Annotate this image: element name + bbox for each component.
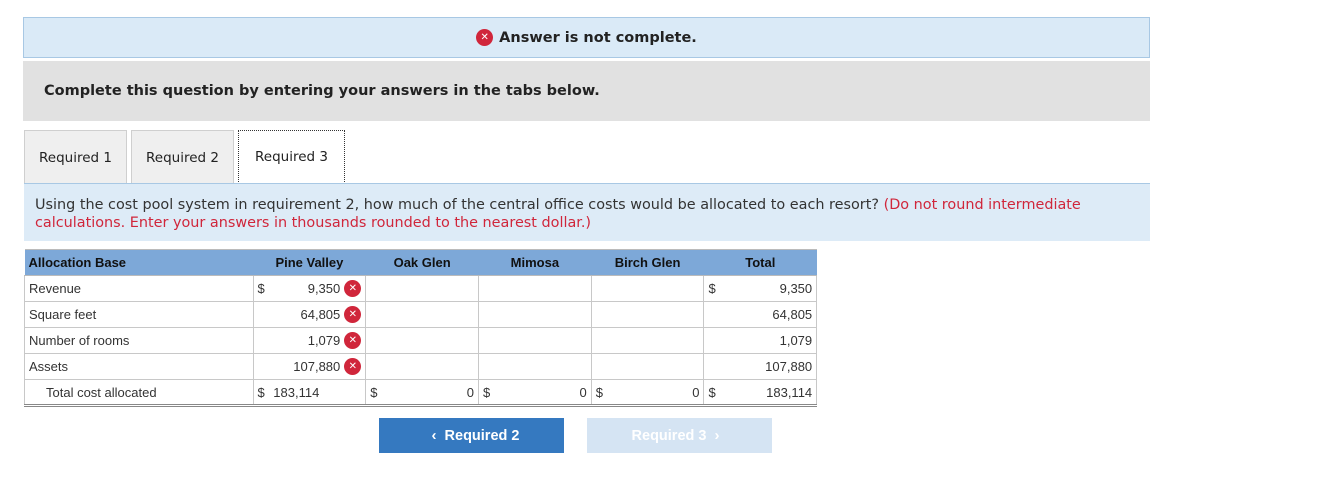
- cell-value: 64,805: [300, 307, 341, 322]
- previous-tab-button[interactable]: ‹ Required 2: [379, 418, 564, 453]
- oak-glen-total: 0: [376, 379, 479, 407]
- header-allocation-base: Allocation Base: [24, 249, 254, 276]
- oak-glen-rooms-input[interactable]: [376, 327, 479, 354]
- pine-valley-revenue-input[interactable]: 9,350 ✕: [263, 275, 367, 302]
- instruction-bar: Complete this question by entering your …: [23, 61, 1150, 121]
- grand-total: 183,114: [714, 379, 818, 407]
- answer-status-text: Answer is not complete.: [499, 29, 697, 46]
- pine-valley-square-feet-input[interactable]: 64,805 ✕: [263, 301, 367, 328]
- next-tab-button[interactable]: Required 3 ›: [587, 418, 772, 453]
- table-total-row: Total cost allocated $ 183,114 $ 0 $ 0 $…: [24, 379, 930, 407]
- answer-status-banner: ✕ Answer is not complete.: [23, 17, 1150, 58]
- tab-required-1[interactable]: Required 1: [24, 130, 127, 184]
- question-text: Using the cost pool system in requiremen…: [35, 197, 880, 213]
- total-assets: 107,880: [714, 353, 818, 380]
- error-x-icon: ✕: [344, 280, 362, 297]
- pine-valley-rooms-input[interactable]: 1,079 ✕: [263, 327, 367, 354]
- row-label: Total cost allocated: [24, 379, 254, 407]
- table-row: Assets 107,880 ✕ 107,880: [24, 353, 930, 380]
- table-row: Square feet 64,805 ✕ 64,805: [24, 301, 930, 328]
- row-label: Square feet: [24, 301, 254, 328]
- tab-required-3[interactable]: Required 3: [238, 130, 345, 184]
- dollar-sign: $: [703, 275, 716, 302]
- header-pine-valley: Pine Valley: [253, 249, 366, 276]
- cell-value: 1,079: [307, 333, 341, 348]
- birch-glen-rooms-input[interactable]: [601, 327, 705, 354]
- header-oak-glen: Oak Glen: [365, 249, 479, 276]
- total-square-feet: 64,805: [714, 301, 818, 328]
- mimosa-rooms-input[interactable]: [488, 327, 592, 354]
- table-header-row: Allocation Base Pine Valley Oak Glen Mim…: [24, 249, 930, 276]
- birch-glen-assets-input[interactable]: [601, 353, 705, 380]
- chevron-left-icon: ‹: [431, 427, 437, 444]
- birch-glen-total: 0: [601, 379, 705, 407]
- dollar-sign: $: [252, 275, 265, 302]
- pine-valley-assets-input[interactable]: 107,880 ✕: [263, 353, 367, 380]
- row-label: Revenue: [24, 275, 254, 302]
- previous-tab-label: Required 2: [444, 427, 520, 444]
- error-x-icon: ✕: [344, 358, 362, 375]
- birch-glen-square-feet-input[interactable]: [601, 301, 705, 328]
- table-row: Revenue $ 9,350 ✕ $ 9,350: [24, 275, 930, 302]
- header-mimosa: Mimosa: [478, 249, 592, 276]
- chevron-right-icon: ›: [714, 427, 720, 444]
- cell-value: 9,350: [307, 281, 341, 296]
- mimosa-revenue-input[interactable]: [488, 275, 592, 302]
- dollar-sign: $: [590, 379, 603, 407]
- question-box: Using the cost pool system in requiremen…: [24, 183, 1150, 241]
- tab-required-2[interactable]: Required 2: [131, 130, 234, 184]
- row-label: Assets: [24, 353, 254, 380]
- dollar-sign: $: [252, 379, 265, 407]
- total-revenue: 9,350: [714, 275, 818, 302]
- next-tab-label: Required 3: [631, 427, 707, 444]
- error-x-icon: ✕: [344, 306, 362, 323]
- dollar-sign: $: [477, 379, 490, 407]
- oak-glen-revenue-input[interactable]: [376, 275, 479, 302]
- mimosa-square-feet-input[interactable]: [488, 301, 592, 328]
- pine-valley-total: 183,114: [263, 379, 367, 407]
- allocation-table: Allocation Base Pine Valley Oak Glen Mim…: [24, 249, 930, 407]
- birch-glen-revenue-input[interactable]: [601, 275, 705, 302]
- tab-strip: Required 1 Required 2 Required 3: [24, 130, 349, 184]
- cell-value: 107,880: [293, 359, 341, 374]
- instruction-text: Complete this question by entering your …: [44, 83, 600, 99]
- mimosa-assets-input[interactable]: [488, 353, 592, 380]
- error-x-icon: ✕: [344, 332, 362, 349]
- header-total: Total: [703, 249, 817, 276]
- mimosa-total: 0: [488, 379, 592, 407]
- oak-glen-assets-input[interactable]: [376, 353, 479, 380]
- error-x-icon: ✕: [476, 29, 494, 46]
- dollar-sign: $: [703, 379, 716, 407]
- total-rooms: 1,079: [714, 327, 818, 354]
- table-row: Number of rooms 1,079 ✕ 1,079: [24, 327, 930, 354]
- oak-glen-square-feet-input[interactable]: [376, 301, 479, 328]
- row-label: Number of rooms: [24, 327, 254, 354]
- dollar-sign: $: [365, 379, 378, 407]
- header-birch-glen: Birch Glen: [591, 249, 704, 276]
